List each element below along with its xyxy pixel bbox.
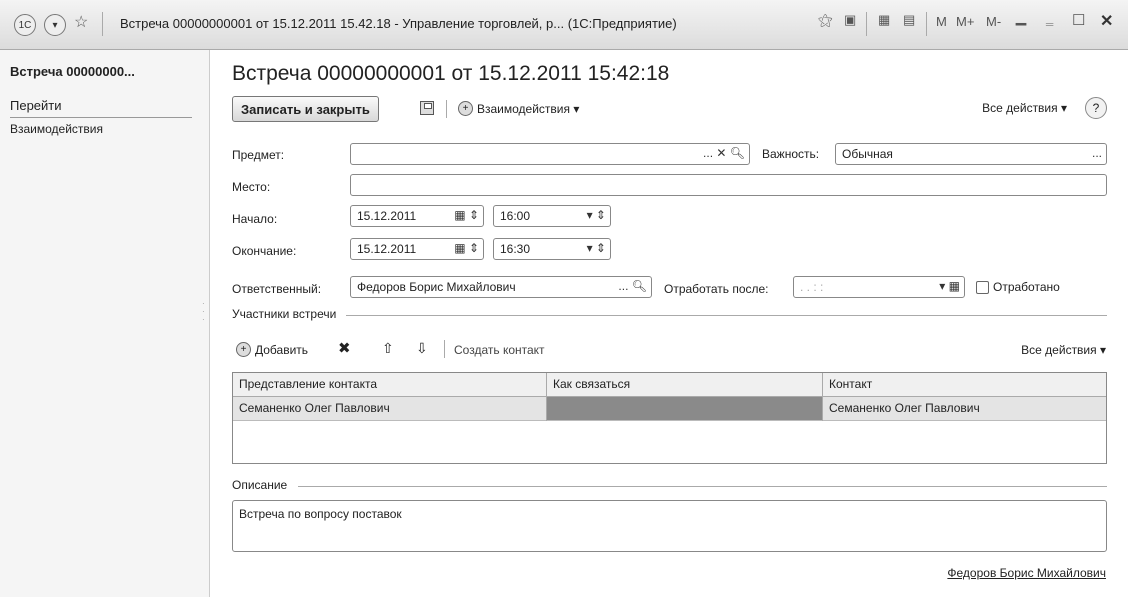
description-divider [298, 486, 1107, 487]
contact-view-cell[interactable]: Семаненко Олег Павлович [233, 397, 396, 421]
add-icon: + [236, 342, 251, 357]
add-participant-button[interactable]: + Добавить [236, 342, 308, 357]
memory-plus-button[interactable]: M+ [956, 14, 974, 29]
work-after-label: Отработать после: [664, 282, 769, 296]
subject-select-buttons[interactable]: ... ✕ 🔍︎ [703, 146, 745, 160]
participants-divider [346, 315, 1107, 316]
interactions-icon: + [458, 101, 473, 116]
end-date-calendar-icon[interactable]: ▦ ⇕ [454, 241, 479, 255]
description-group-label: Описание [232, 478, 288, 492]
subject-label: Предмет: [232, 148, 285, 162]
responsible-label: Ответственный: [232, 282, 322, 296]
subject-field[interactable]: ... ✕ 🔍︎ [350, 143, 750, 165]
start-date-value: 15.12.2011 [357, 209, 417, 223]
menu-dropdown-icon[interactable]: ▾ [44, 14, 66, 36]
window-title: Встреча 00000000001 от 15.12.2011 15.42.… [120, 16, 677, 31]
form-toolbar: Записать и закрыть + Взаимодействия ▾ Вс… [232, 96, 1107, 124]
responsible-field[interactable]: Федоров Борис Михайлович ... 🔍︎ [350, 276, 652, 298]
maximize-icon[interactable]: ☐ [1072, 11, 1085, 29]
column-header-contact-view[interactable]: Представление контакта [233, 373, 383, 397]
start-date-field[interactable]: 15.12.2011 ▦ ⇕ [350, 205, 484, 227]
move-up-icon[interactable]: ⇧ [382, 340, 394, 357]
start-time-field[interactable]: 16:00 ▾ ⇕ [493, 205, 611, 227]
add-label: Добавить [255, 342, 309, 357]
all-actions-button[interactable]: Все действия ▾ [982, 101, 1067, 115]
table-header: Представление контакта Как связаться Кон… [233, 373, 1106, 397]
title-bar: 1C ▾ ☆ Встреча 00000000001 от 15.12.2011… [0, 0, 1128, 50]
interactions-label: Взаимодействия ▾ [477, 101, 580, 116]
end-date-value: 15.12.2011 [357, 242, 417, 256]
work-after-field[interactable]: . . : : ▾ ▦ [793, 276, 965, 298]
worked-label: Отработано [993, 280, 1060, 294]
column-divider [822, 373, 823, 421]
start-time-dropdown-icon[interactable]: ▾ ⇕ [587, 208, 606, 222]
responsible-value: Федоров Борис Михайлович [357, 280, 516, 294]
how-to-contact-cell[interactable] [547, 397, 823, 420]
page-title: Встреча 00000000001 от 15.12.2011 15:42:… [232, 62, 670, 85]
author-link[interactable]: Федоров Борис Михайлович [947, 566, 1106, 580]
responsible-select-buttons[interactable]: ... 🔍︎ [618, 279, 647, 293]
create-contact-button[interactable]: Создать контакт [454, 343, 545, 357]
importance-select-button[interactable]: ... [1092, 146, 1102, 160]
goto-header: Перейти [10, 98, 192, 118]
star-icon[interactable]: ☆ [74, 12, 88, 32]
interactions-link[interactable]: Взаимодействия [10, 122, 103, 136]
end-date-field[interactable]: 15.12.2011 ▦ ⇕ [350, 238, 484, 260]
calendar-icon[interactable]: ▤ [903, 12, 915, 28]
memory-minus-button[interactable]: M- [986, 14, 1001, 29]
end-time-value: 16:30 [500, 242, 531, 256]
panel-splitter[interactable]: · · · [202, 300, 206, 340]
calculator-icon[interactable]: ▦ [878, 12, 890, 28]
panel-title: Встреча 00000000... [10, 64, 135, 79]
end-time-field[interactable]: 16:30 ▾ ⇕ [493, 238, 611, 260]
place-field[interactable] [350, 174, 1107, 196]
worked-checkbox-box[interactable] [976, 280, 989, 294]
end-time-dropdown-icon[interactable]: ▾ ⇕ [587, 241, 606, 255]
help-icon[interactable]: ? [1085, 97, 1107, 119]
close-icon[interactable]: ✕ [1100, 11, 1113, 31]
favorites-icon[interactable]: ⚝ [818, 12, 833, 29]
how-to-contact-value [547, 397, 559, 421]
work-after-value: . . : : [800, 280, 824, 294]
participants-group-label: Участники встречи [232, 307, 337, 321]
save-close-button[interactable]: Записать и закрыть [232, 96, 379, 122]
work-after-calendar-icon[interactable]: ▾ ▦ [939, 279, 960, 293]
link-icon[interactable]: ▣ [844, 12, 856, 28]
start-date-calendar-icon[interactable]: ▦ ⇕ [454, 208, 479, 222]
contact-cell[interactable]: Семаненко Олег Павлович [823, 397, 986, 421]
participants-table: Представление контакта Как связаться Кон… [232, 372, 1107, 464]
minimize-small-icon[interactable]: ▁ [1016, 10, 1026, 26]
end-label: Окончание: [232, 244, 297, 258]
app-logo-icon[interactable]: 1C [14, 14, 36, 36]
interactions-button[interactable]: + Взаимодействия ▾ [458, 101, 579, 116]
description-value: Встреча по вопросу поставок [239, 507, 402, 521]
start-label: Начало: [232, 212, 278, 226]
place-label: Место: [232, 180, 271, 194]
memory-button[interactable]: M [936, 14, 947, 29]
move-down-icon[interactable]: ⇩ [416, 340, 428, 357]
minimize-icon[interactable]: ‗ [1046, 10, 1053, 25]
delete-icon[interactable]: ✖ [338, 339, 351, 357]
participants-all-actions-button[interactable]: Все действия ▾ [1021, 343, 1106, 357]
start-time-value: 16:00 [500, 209, 531, 223]
save-icon[interactable] [420, 101, 434, 115]
column-header-how-to-contact[interactable]: Как связаться [547, 373, 636, 397]
column-header-contact[interactable]: Контакт [823, 373, 878, 397]
navigation-panel: Встреча 00000000... Перейти Взаимодейств… [0, 50, 210, 597]
importance-field[interactable]: Обычная ... [835, 143, 1107, 165]
importance-label: Важность: [762, 147, 820, 161]
column-divider [546, 373, 547, 421]
table-row[interactable]: Семаненко Олег Павлович Семаненко Олег П… [233, 397, 1106, 421]
importance-value: Обычная [842, 147, 893, 161]
worked-checkbox[interactable]: Отработано [976, 280, 1060, 294]
description-field[interactable]: Встреча по вопросу поставок [232, 500, 1107, 552]
